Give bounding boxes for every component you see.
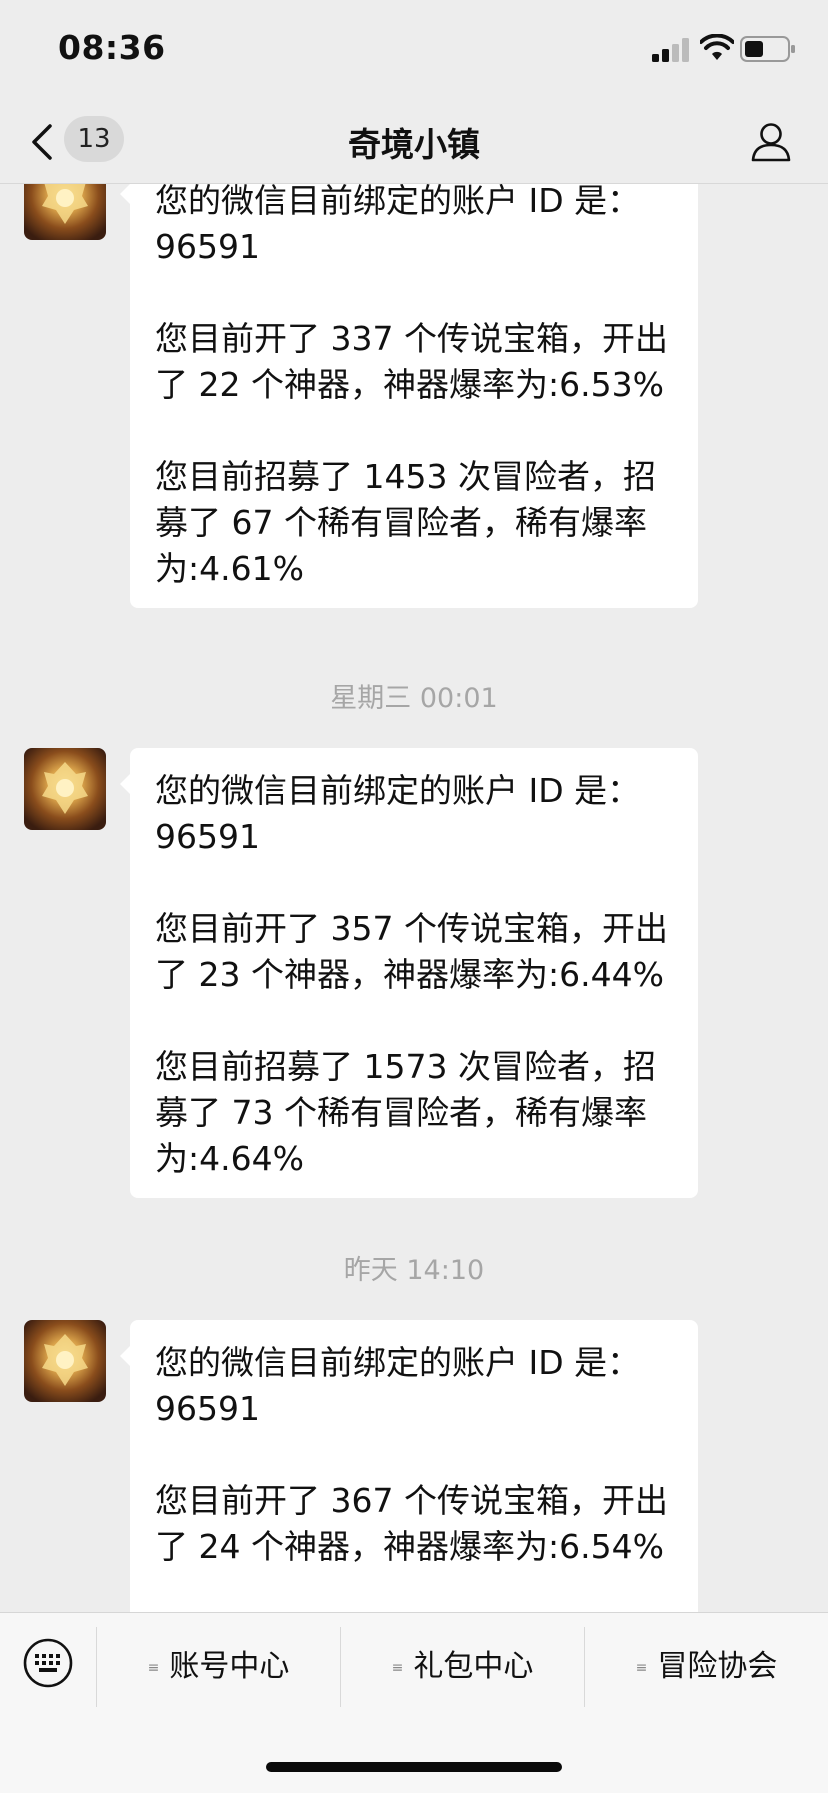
message-line: 您目前开了 337 个传说宝箱，开出	[155, 319, 668, 358]
cellular-signal-icon	[652, 38, 689, 62]
lion-emblem-icon	[42, 762, 88, 814]
message-bubble[interactable]: 您的微信目前绑定的账户 ID 是： 96591 您目前开了 367 个传说宝箱，…	[120, 1320, 698, 1612]
status-bar: 08:36	[0, 0, 828, 100]
lion-emblem-icon	[42, 184, 88, 224]
menu-item-label: 账号中心	[169, 1649, 290, 1684]
message-line: 为:4.64%	[155, 1139, 304, 1178]
person-icon[interactable]	[750, 120, 792, 162]
message-line: 募了 73 个稀有冒险者，稀有爆率	[155, 1093, 647, 1132]
message-line: 您的微信目前绑定的账户 ID 是：	[155, 184, 641, 220]
status-time: 08:36	[58, 28, 166, 67]
message-timestamp: 星期三 00:01	[330, 683, 498, 714]
message-timestamp: 昨天 14:10	[343, 1255, 485, 1286]
message-line: 募了 67 个稀有冒险者，稀有爆率	[155, 503, 647, 542]
wifi-icon	[700, 34, 734, 60]
message-line: 您的微信目前绑定的账户 ID 是：	[155, 771, 641, 810]
menu-lines-icon: ≡	[147, 1659, 160, 1676]
message-line: 了 22 个神器，神器爆率为:6.53%	[155, 365, 664, 404]
sender-avatar[interactable]	[24, 184, 106, 240]
message-line: 您目前开了 367 个传说宝箱，开出	[155, 1481, 668, 1520]
menu-lines-icon: ≡	[635, 1659, 648, 1676]
message-list[interactable]: 您的微信目前绑定的账户 ID 是： 96591 您目前开了 337 个传说宝箱，…	[0, 184, 828, 1612]
chat-title: 奇境小镇	[348, 125, 480, 164]
message-line: 您目前招募了 1573 次冒险者，招	[155, 1047, 656, 1086]
sender-avatar[interactable]	[24, 1320, 106, 1402]
keyboard-icon[interactable]	[22, 1637, 74, 1689]
menu-item-label: 冒险协会	[657, 1649, 778, 1684]
menu-lines-icon: ≡	[391, 1659, 404, 1676]
chat-header: 13 奇境小镇	[0, 100, 828, 184]
message-line: 96591	[155, 1389, 260, 1428]
message-line: 了 24 个神器，神器爆率为:6.54%	[155, 1527, 664, 1566]
message-line: 为:4.61%	[155, 549, 304, 588]
menu-account-center[interactable]: ≡ 账号中心	[97, 1627, 340, 1707]
menu-gift-center[interactable]: ≡ 礼包中心	[341, 1627, 584, 1707]
battery-icon	[740, 36, 795, 62]
message-line: 您的微信目前绑定的账户 ID 是：	[155, 1343, 641, 1382]
sender-avatar[interactable]	[24, 748, 106, 830]
message-line: 了 23 个神器，神器爆率为:6.44%	[155, 955, 664, 994]
lion-emblem-icon	[42, 1334, 88, 1386]
menu-adventure-guild[interactable]: ≡ 冒险协会	[585, 1627, 828, 1707]
message-bubble[interactable]: 您的微信目前绑定的账户 ID 是： 96591 您目前开了 337 个传说宝箱，…	[120, 184, 698, 608]
message-line: 您目前开了 357 个传说宝箱，开出	[155, 909, 668, 948]
message-line: 96591	[155, 817, 260, 856]
message-line: 您目前招募了 1453 次冒险者，招	[155, 457, 656, 496]
message-bubble[interactable]: 您的微信目前绑定的账户 ID 是： 96591 您目前开了 357 个传说宝箱，…	[120, 748, 698, 1198]
menu-item-label: 礼包中心	[413, 1649, 534, 1684]
message-line: 96591	[155, 227, 260, 266]
home-indicator[interactable]	[266, 1762, 562, 1772]
